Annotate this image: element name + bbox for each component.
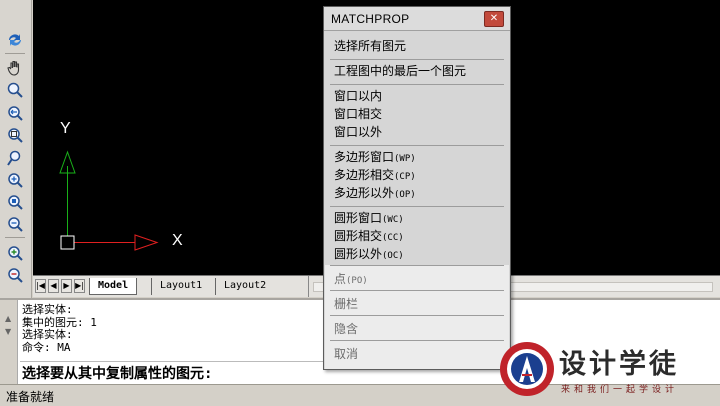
menu-item-shortcut: (OP) — [394, 190, 416, 200]
cad-application-window: Y X |◀ ◀ ▶ ▶| Model Layout1 Layout2 ▲ ▼ … — [0, 0, 720, 406]
menu-separator — [330, 290, 504, 291]
first-tab-button[interactable]: |◀ — [35, 279, 46, 293]
menu-separator — [330, 206, 504, 207]
zoom-realtime-icon[interactable] — [4, 80, 26, 100]
popup-title: MATCHPROP — [331, 12, 410, 26]
menu-item-window-crossing[interactable]: 窗口相交 — [334, 105, 382, 122]
tab-divider — [308, 276, 309, 297]
menu-item-shortcut: (WC) — [382, 215, 404, 225]
menu-separator — [330, 340, 504, 341]
close-button[interactable]: ✕ — [484, 11, 504, 27]
menu-item-shortcut: (WP) — [394, 154, 416, 164]
previous-tab-button[interactable]: ◀ — [48, 279, 59, 293]
y-axis-label: Y — [60, 120, 71, 137]
command-history: 选择实体: 集中的图元: 1 选择实体: 命令: MA — [22, 304, 97, 354]
zoom-extents-icon[interactable] — [4, 192, 26, 212]
menu-item-label: 圆形以外 — [334, 247, 383, 261]
zoom-previous-icon[interactable] — [4, 103, 26, 123]
grip-down-arrow-icon: ▼ — [5, 327, 12, 336]
logo-emblem-icon — [500, 342, 554, 396]
menu-item-shortcut: (CC) — [382, 233, 404, 243]
status-text: 准备就绪 — [6, 390, 55, 404]
menu-separator — [330, 265, 504, 266]
matchprop-popup-menu: MATCHPROP ✕ 选择所有图元 工程图中的最后一个图元 窗口以内 窗口相交… — [323, 6, 511, 370]
zoom-dynamic-icon[interactable] — [4, 148, 26, 168]
menu-item-label: 圆形窗口 — [334, 211, 383, 225]
menu-item-window-inside[interactable]: 窗口以内 — [334, 87, 382, 104]
menu-item-circle-crossing[interactable]: 圆形相交(CC) — [334, 227, 404, 244]
menu-item-polygon-crossing[interactable]: 多边形相交(CP) — [334, 166, 416, 183]
menu-item-circle-window[interactable]: 圆形窗口(WC) — [334, 209, 404, 226]
menu-item-shortcut: (PO) — [346, 276, 368, 286]
menu-item-window-outside[interactable]: 窗口以外 — [334, 123, 382, 140]
ucs-origin-box — [60, 235, 75, 250]
command-history-line: 选择实体: — [22, 328, 73, 341]
zoom-in-plus-icon[interactable] — [4, 243, 26, 263]
menu-separator — [330, 59, 504, 60]
command-history-line: 选择实体: — [22, 303, 73, 316]
menu-item-select-all[interactable]: 选择所有图元 — [334, 37, 406, 54]
command-prompt[interactable]: 选择要从其中复制属性的图元: — [22, 363, 212, 383]
menu-item-shortcut: (CP) — [394, 172, 416, 182]
zoom-out-icon[interactable] — [4, 265, 26, 285]
tab-layout1[interactable]: Layout1 — [151, 278, 210, 295]
menu-item-point[interactable]: 点(PO) — [334, 270, 368, 287]
pan-icon[interactable] — [4, 58, 26, 78]
watermark-logo: 设计学徒 来和我们一起学设计 — [497, 338, 717, 404]
zoom-window-icon[interactable] — [4, 125, 26, 145]
menu-item-polygon-outside[interactable]: 多边形以外(OP) — [334, 184, 416, 201]
next-tab-button[interactable]: ▶ — [61, 279, 72, 293]
tab-model[interactable]: Model — [89, 278, 138, 295]
tab-layout2[interactable]: Layout2 — [215, 278, 274, 295]
popup-title-bar[interactable]: MATCHPROP ✕ — [324, 7, 510, 31]
menu-item-cancel[interactable]: 取消 — [334, 345, 358, 362]
view-toolbar — [0, 0, 32, 298]
last-tab-button[interactable]: ▶| — [74, 279, 85, 293]
x-axis-label: X — [172, 232, 183, 249]
menu-item-label: 圆形相交 — [334, 229, 383, 243]
menu-item-polygon-window[interactable]: 多边形窗口(WP) — [334, 148, 416, 165]
menu-item-label: 多边形窗口 — [334, 150, 395, 164]
command-history-line: 命令: MA — [22, 340, 71, 354]
menu-item-label: 多边形相交 — [334, 168, 395, 182]
menu-item-fence[interactable]: 栅栏 — [334, 295, 358, 312]
zoom-in-icon[interactable] — [4, 170, 26, 190]
menu-separator — [330, 315, 504, 316]
menu-item-last-entity[interactable]: 工程图中的最后一个图元 — [334, 62, 466, 79]
watermark-subtitle: 来和我们一起学设计 — [561, 385, 679, 395]
watermark-title: 设计学徒 — [559, 349, 679, 380]
menu-item-label: 多边形以外 — [334, 186, 395, 200]
regen-icon[interactable] — [4, 30, 26, 50]
menu-separator — [330, 84, 504, 85]
menu-item-implied[interactable]: 隐含 — [334, 320, 358, 337]
command-window-grip[interactable]: ▲ ▼ — [0, 300, 18, 384]
grip-up-arrow-icon: ▲ — [5, 314, 12, 323]
menu-item-circle-outside[interactable]: 圆形以外(OC) — [334, 245, 404, 262]
menu-separator — [330, 145, 504, 146]
x-axis-arrow — [134, 234, 159, 251]
menu-item-label: 点 — [334, 272, 347, 286]
menu-item-shortcut: (OC) — [382, 251, 404, 261]
zoom-object-icon[interactable] — [4, 214, 26, 234]
